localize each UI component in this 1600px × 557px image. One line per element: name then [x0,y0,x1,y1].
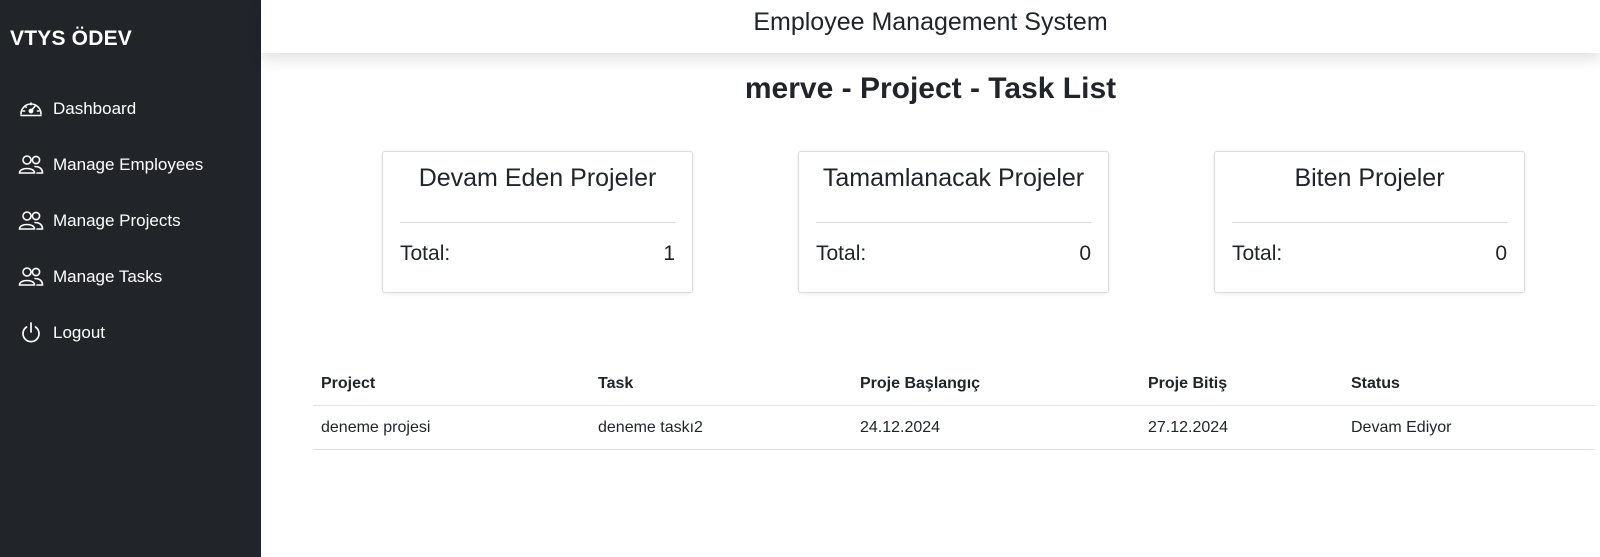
sidebar-item-manage-projects[interactable]: Manage Projects [18,206,181,236]
people-icon [18,153,44,177]
people-icon [18,265,44,289]
cell-end-date: 27.12.2024 [1148,419,1229,436]
card-divider [1232,222,1507,223]
cell-project: deneme projesi [321,419,431,436]
card-total-value: 1 [663,242,675,265]
card-title: Devam Eden Projeler [418,164,657,192]
column-header-end: Proje Bitiş [1148,375,1228,392]
column-header-task: Task [598,375,634,392]
card-total-label: Total: [400,242,451,265]
app-title: Employee Management System [753,7,1108,36]
column-header-start: Proje Başlangıç [860,375,981,392]
page-title: merve - Project - Task List [744,72,1117,105]
column-header-project: Project [321,375,376,392]
column-header-status: Status [1351,375,1400,392]
brand-title: VTYS ÖDEV [10,27,132,50]
sidebar-item-label: Logout [53,323,105,342]
card-title: Biten Projeler [1294,164,1445,192]
main-content: Employee Management System merve - Proje… [261,0,1600,557]
sidebar-item-logout[interactable]: Logout [18,318,105,348]
cell-start-date: 24.12.2024 [860,419,941,436]
people-icon [18,209,44,233]
sidebar-item-manage-tasks[interactable]: Manage Tasks [18,262,162,292]
sidebar: VTYS ÖDEV Dashboard Manage Employees Man… [0,0,261,557]
cell-task: deneme taskı2 [598,419,703,436]
card-total-label: Total: [816,242,867,265]
card-total-value: 0 [1495,242,1507,265]
card-total-value: 0 [1079,242,1091,265]
sidebar-item-label: Dashboard [53,99,137,118]
card-title: Tamamlanacak Projeler [822,164,1085,192]
card-total-label: Total: [1232,242,1283,265]
sidebar-item-label: Manage Tasks [53,267,163,286]
cell-status: Devam Ediyor [1351,419,1452,436]
sidebar-item-manage-employees[interactable]: Manage Employees [18,150,203,180]
table-row: deneme projesi deneme taskı2 24.12.2024 … [313,406,1595,450]
sidebar-item-dashboard[interactable]: Dashboard [18,94,136,124]
power-icon [18,321,44,345]
table-header-row: Project Task Proje Başlangıç Proje Bitiş… [313,362,1595,406]
top-header: Employee Management System [261,0,1600,53]
sidebar-item-label: Manage Projects [53,211,181,230]
speedometer-icon [18,97,44,121]
sidebar-item-label: Manage Employees [53,155,204,174]
card-divider [816,222,1091,223]
card-divider [400,222,675,223]
stat-card-ongoing: Devam Eden Projeler Total: 1 [382,151,693,293]
task-table: Project Task Proje Başlangıç Proje Bitiş… [313,362,1595,450]
stat-card-upcoming: Tamamlanacak Projeler Total: 0 [798,151,1109,293]
stat-card-finished: Biten Projeler Total: 0 [1214,151,1525,293]
